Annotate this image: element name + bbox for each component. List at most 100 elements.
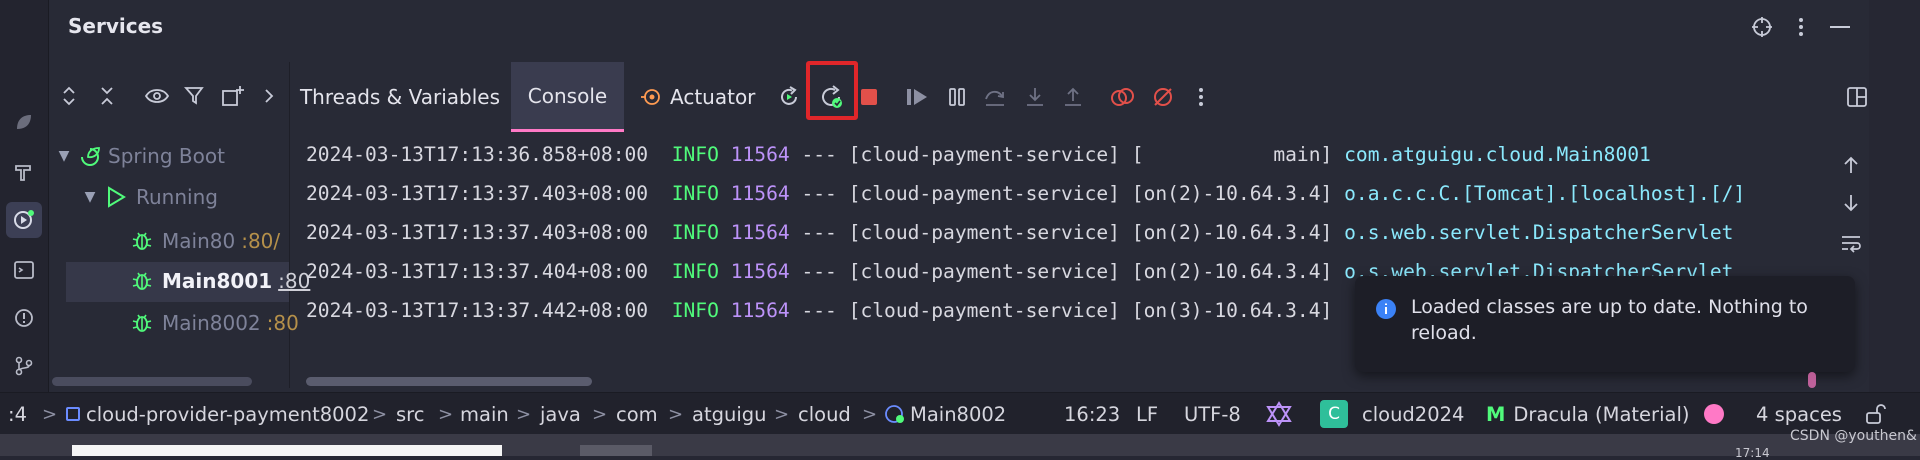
mute-breakpoints-icon[interactable] (1146, 80, 1180, 114)
breadcrumb-com[interactable]: com (616, 393, 658, 435)
git-branch-icon[interactable] (6, 348, 42, 384)
expand-all-icon[interactable] (53, 80, 85, 112)
problems-icon[interactable] (6, 300, 42, 336)
scroll-up-icon[interactable] (1834, 148, 1868, 182)
console-line: 2024-03-13T17:13:37.403+08:00 INFO 11564… (306, 221, 1734, 244)
caret-position[interactable]: 16:23 (1064, 393, 1120, 435)
actuator-icon (640, 86, 662, 108)
run-icon (102, 183, 130, 211)
bug-icon (128, 227, 156, 255)
tree-label-main8002: Main8002 (162, 311, 261, 335)
breadcrumb-atguigu[interactable]: atguigu (692, 393, 767, 435)
spring-boot-icon (76, 142, 104, 170)
breadcrumb-java[interactable]: java (540, 393, 581, 435)
tree-port-main80: :80/ (241, 229, 281, 253)
tab-actuator-label: Actuator (670, 85, 756, 109)
layout-icon[interactable] (1840, 80, 1874, 114)
console-line: 2024-03-13T17:13:36.858+08:00 INFO 11564… (306, 143, 1651, 166)
resume-icon[interactable] (900, 80, 934, 114)
clock: 17:14 (1735, 446, 1770, 460)
chevron-right-icon: > (862, 403, 878, 425)
breadcrumb-file[interactable]: Main8002 (884, 393, 1006, 435)
highlight-annotation (806, 61, 858, 120)
tree-label-running: Running (136, 185, 218, 209)
breadcrumb-main[interactable]: main (460, 393, 509, 435)
eye-icon[interactable] (141, 80, 173, 112)
material-theme-icon: M (1486, 402, 1506, 426)
project-badge[interactable]: C (1320, 393, 1348, 435)
tab-threads-label: Threads & Variables (299, 85, 501, 109)
step-into-icon[interactable] (1018, 80, 1052, 114)
rerun-icon[interactable] (772, 80, 806, 114)
console-vertical-scrollbar[interactable] (1808, 372, 1816, 388)
taskbar-window-preview[interactable] (72, 445, 502, 456)
breadcrumb-src[interactable]: src (396, 393, 424, 435)
more-options-icon[interactable] (1786, 12, 1816, 42)
class-run-icon (884, 403, 906, 425)
tree-node-main8001[interactable]: Main8001 :80 (128, 262, 310, 300)
taskbar-tab[interactable] (580, 445, 652, 456)
filter-icon[interactable] (179, 80, 211, 112)
breadcrumb-module[interactable]: cloud-provider-payment8002 (66, 393, 369, 435)
project-name[interactable]: cloud2024 (1362, 393, 1464, 435)
pink-dot-icon[interactable] (1704, 393, 1724, 435)
breadcrumb-module-label: cloud-provider-payment8002 (86, 402, 370, 426)
breadcrumb-file-label: Main8002 (910, 402, 1007, 426)
step-over-icon[interactable] (978, 80, 1012, 114)
pause-icon[interactable] (940, 80, 974, 114)
chevron-down-icon[interactable]: ▼ (52, 148, 76, 164)
spring-leaf-icon[interactable] (6, 104, 42, 140)
terminal-icon[interactable] (6, 252, 42, 288)
tab-actuator[interactable]: Actuator (640, 62, 760, 132)
left-tool-strip (0, 0, 49, 412)
chevron-right-icon: > (592, 403, 608, 425)
soft-wrap-icon[interactable] (1834, 226, 1868, 260)
theme-label: Dracula (Material) (1513, 402, 1690, 426)
bug-icon (128, 267, 156, 295)
chevron-right-icon[interactable] (253, 80, 285, 112)
chevron-right-icon: > (516, 403, 532, 425)
scroll-down-icon[interactable] (1834, 186, 1868, 220)
project-badge-letter: C (1320, 400, 1348, 428)
chevron-right-icon: > (668, 403, 684, 425)
services-icon[interactable] (6, 202, 42, 238)
line-separator[interactable]: LF (1136, 393, 1158, 435)
chevron-right-icon: > (774, 403, 790, 425)
console-horizontal-scrollbar[interactable] (306, 377, 592, 386)
tab-console-label: Console (527, 83, 608, 108)
console-line: 2024-03-13T17:13:37.403+08:00 INFO 11564… (306, 182, 1746, 205)
collapse-all-icon[interactable] (91, 80, 123, 112)
tree-toolbar (49, 62, 289, 132)
stop-icon[interactable] (852, 80, 886, 114)
more-vertical-icon[interactable] (1184, 80, 1218, 114)
breadcrumb-cloud[interactable]: cloud (798, 393, 851, 435)
step-out-icon[interactable] (1056, 80, 1090, 114)
tree-node-running[interactable]: ▼ Running (78, 178, 218, 216)
tree-label-spring-boot: Spring Boot (108, 144, 225, 168)
chevron-down-icon[interactable]: ▼ (78, 189, 102, 205)
tree-label-main8001: Main8001 (162, 269, 273, 293)
file-encoding[interactable]: UTF-8 (1184, 393, 1241, 435)
watermark: CSDN @youthen& (1790, 428, 1917, 444)
hammer-icon[interactable] (6, 154, 42, 190)
tree-node-main80[interactable]: Main80 :80/ (128, 222, 280, 260)
module-icon (66, 407, 80, 421)
info-icon (1375, 298, 1397, 320)
notification-toast[interactable]: Loaded classes are up to date. Nothing t… (1355, 276, 1855, 372)
ai-assistant-icon[interactable] (1266, 393, 1292, 435)
view-breakpoints-icon[interactable] (1106, 80, 1140, 114)
tree-node-main8002[interactable]: Main8002 :80 (128, 304, 299, 342)
tab-threads-variables[interactable]: Threads & Variables (296, 62, 504, 132)
chevron-right-icon: > (372, 403, 388, 425)
console-line: 2024-03-13T17:13:37.442+08:00 INFO 11564… (306, 299, 1333, 322)
minimize-icon[interactable] (1825, 12, 1855, 42)
notification-message: Loaded classes are up to date. Nothing t… (1411, 296, 1808, 344)
theme-selector[interactable]: M Dracula (Material) (1486, 393, 1689, 435)
tab-console[interactable]: Console (511, 62, 624, 132)
tree-horizontal-scrollbar[interactable] (52, 377, 252, 386)
panel-title: Services (68, 14, 164, 38)
tree-node-spring-boot[interactable]: ▼ Spring Boot (52, 137, 225, 175)
add-service-icon[interactable] (217, 80, 249, 112)
breadcrumb-prefix[interactable]: :4 (8, 393, 27, 435)
crosshair-icon[interactable] (1747, 12, 1777, 42)
